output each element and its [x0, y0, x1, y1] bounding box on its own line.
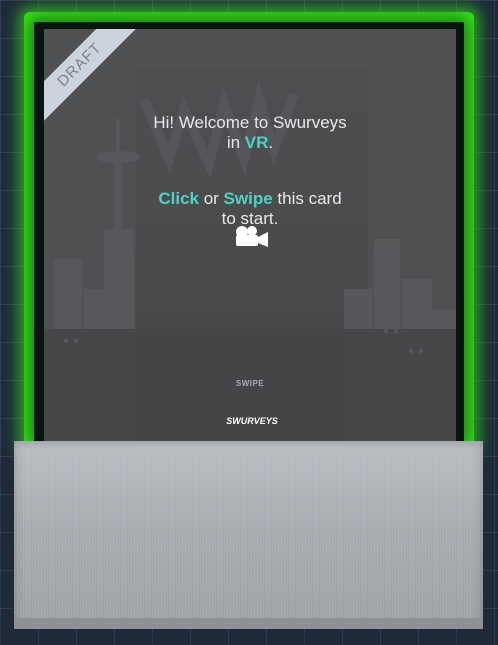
camera-icon: [236, 226, 268, 247]
swurveys-logo: SWURVEYS: [226, 416, 278, 426]
swipe-highlight[interactable]: Swipe: [224, 189, 273, 208]
welcome-card[interactable]: DRAFT Hi! Welcome to Swurveys in VR. Cli…: [44, 29, 456, 441]
welcome-message: Hi! Welcome to Swurveys in VR.: [44, 113, 456, 153]
welcome-period: .: [268, 133, 274, 152]
card-stand-base-edge: [14, 618, 483, 629]
start-instruction: Click or Swipe this card to start.: [44, 189, 456, 229]
welcome-line-1: Hi! Welcome to Swurveys: [153, 113, 347, 132]
card-stand-base: [14, 441, 483, 629]
instruction-or: or: [198, 189, 224, 208]
instruction-line-1: Click or Swipe this card: [44, 189, 456, 209]
click-highlight[interactable]: Click: [158, 189, 199, 208]
swipe-label: SWIPE: [235, 379, 265, 388]
welcome-in-text: in: [226, 133, 245, 152]
instruction-this-card: this card: [272, 189, 342, 208]
welcome-line-2: in VR.: [44, 133, 456, 153]
vr-highlight: VR: [244, 133, 269, 152]
